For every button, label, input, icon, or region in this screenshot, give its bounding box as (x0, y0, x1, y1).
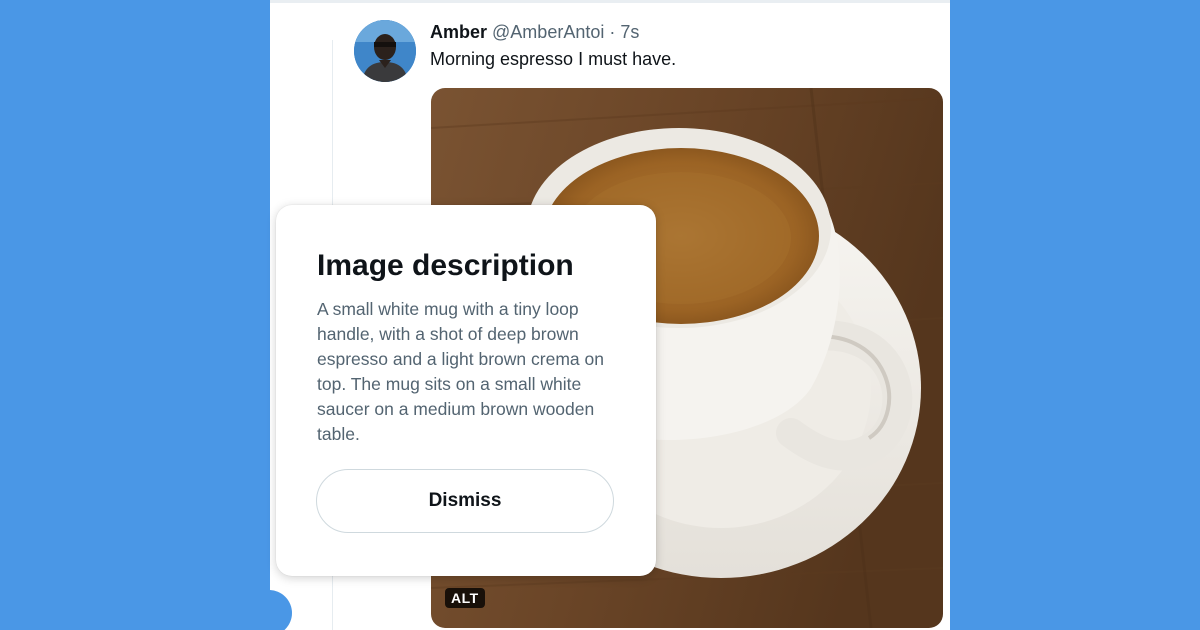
card-title: Image description (317, 249, 574, 282)
image-description-card: Image description A small white mug with… (276, 205, 656, 576)
alt-badge[interactable]: ALT (445, 588, 485, 608)
panel-divider (270, 0, 950, 3)
timestamp[interactable]: 7s (620, 22, 639, 42)
dismiss-button[interactable]: Dismiss (316, 469, 614, 533)
tweet-text: Morning espresso I must have. (430, 49, 677, 69)
separator-dot: · (609, 22, 616, 42)
partial-avatar[interactable] (270, 590, 292, 630)
image-description-text: A small white mug with a tiny loop handl… (317, 299, 604, 444)
tweet-header: Amber @AmberAntoi · 7s (430, 22, 639, 43)
avatar-photo (354, 20, 416, 82)
author-name[interactable]: Amber (430, 22, 487, 42)
author-handle[interactable]: @AmberAntoi (492, 22, 604, 42)
avatar[interactable] (354, 20, 416, 82)
